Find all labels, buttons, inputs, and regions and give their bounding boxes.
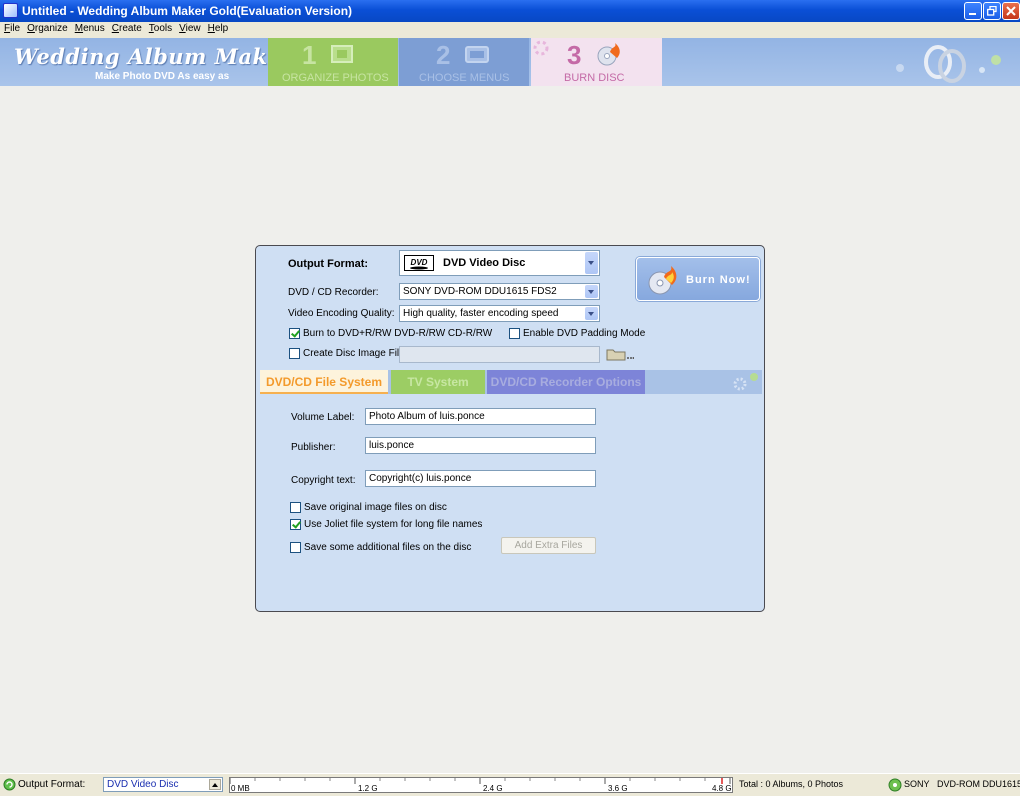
step-burn-disc[interactable]: 3 BURN DISC xyxy=(531,38,662,86)
chevron-down-icon xyxy=(585,285,598,298)
menu-bar: File Organize Menus Create Tools View Help xyxy=(0,22,1020,38)
output-format-select[interactable]: DVD DVD Video Disc xyxy=(399,250,600,276)
copyright-label: Copyright text: xyxy=(291,475,356,486)
copyright-field[interactable] xyxy=(365,470,596,487)
quality-label: Video Encoding Quality: xyxy=(288,308,395,319)
publisher-input[interactable] xyxy=(366,438,595,453)
minimize-button[interactable] xyxy=(964,2,982,20)
disc-image-label: Create Disc Image File: xyxy=(303,348,408,359)
recorder-label: DVD / CD Recorder: xyxy=(288,287,379,298)
chevron-down-icon xyxy=(585,307,598,320)
scale-label: 4.8 G xyxy=(712,784,732,793)
add-extra-files-button[interactable]: Add Extra Files xyxy=(501,537,596,554)
recorder-select[interactable]: SONY DVD-ROM DDU1615 FDS2 xyxy=(399,283,600,300)
folder-browse-icon[interactable] xyxy=(606,347,634,362)
scale-label: 0 MB xyxy=(231,784,250,793)
scale-label: 3.6 G xyxy=(608,784,628,793)
burn-to-checkbox[interactable] xyxy=(289,328,300,339)
disc-capacity-bar: 0 MB 1.2 G 2.4 G 3.6 G 4.8 G xyxy=(229,777,733,793)
save-original-label: Save original image files on disc xyxy=(304,502,447,513)
dvd-logo-icon: DVD xyxy=(404,255,434,271)
close-icon xyxy=(1006,6,1016,16)
output-status-icon xyxy=(3,778,16,791)
menu-help[interactable]: Help xyxy=(204,22,232,34)
volume-label-input[interactable] xyxy=(366,409,595,424)
disc-image-path-input[interactable] xyxy=(399,346,600,363)
flower-icon xyxy=(533,40,549,56)
save-original-checkbox[interactable] xyxy=(290,502,301,513)
drive-vendor: SONY xyxy=(904,779,930,789)
joliet-checkbox[interactable] xyxy=(290,519,301,530)
padding-mode-label: Enable DVD Padding Mode xyxy=(523,328,646,339)
status-output-select[interactable]: DVD Video Disc xyxy=(103,777,223,792)
menu-file[interactable]: File xyxy=(0,22,23,34)
flower-icon xyxy=(733,373,758,391)
burn-disc-icon xyxy=(648,266,677,295)
burn-now-button[interactable]: Burn Now! xyxy=(636,257,760,301)
burn-settings-panel: Output Format: DVD DVD Video Disc DVD / … xyxy=(255,245,765,612)
volume-label-label: Volume Label: xyxy=(291,412,355,423)
photos-icon xyxy=(331,45,353,63)
scale-label: 2.4 G xyxy=(483,784,503,793)
output-format-value: DVD Video Disc xyxy=(443,257,526,269)
volume-label-field[interactable] xyxy=(365,408,596,425)
step-organize-photos[interactable]: 1 ORGANIZE PHOTOS xyxy=(268,38,398,86)
publisher-field[interactable] xyxy=(365,437,596,454)
menu-tools[interactable]: Tools xyxy=(145,22,175,34)
maximize-button[interactable] xyxy=(983,2,1001,20)
title-bar: Untitled - Wedding Album Maker Gold(Eval… xyxy=(0,0,1020,22)
publisher-label: Publisher: xyxy=(291,442,336,453)
joliet-label: Use Joliet file system for long file nam… xyxy=(304,519,483,530)
tab-file-system[interactable]: DVD/CD File System xyxy=(260,370,388,394)
step-label: ORGANIZE PHOTOS xyxy=(282,72,389,84)
status-output-value: DVD Video Disc xyxy=(107,779,179,790)
wizard-banner: Wedding Album Maker Gold Make Photo DVD … xyxy=(0,38,1020,86)
burn-disc-icon xyxy=(597,43,620,66)
minimize-icon xyxy=(969,13,976,15)
window-title: Untitled - Wedding Album Maker Gold(Eval… xyxy=(22,4,353,18)
recorder-value: SONY DVD-ROM DDU1615 FDS2 xyxy=(403,286,557,297)
chevron-down-icon xyxy=(585,252,598,274)
scale-label: 1.2 G xyxy=(358,784,378,793)
burn-now-label: Burn Now! xyxy=(686,274,751,286)
settings-tabs: DVD/CD File System TV System DVD/CD Reco… xyxy=(260,370,762,394)
additional-files-checkbox[interactable] xyxy=(290,542,301,553)
step-label: BURN DISC xyxy=(564,72,625,84)
quality-select[interactable]: High quality, faster encoding speed xyxy=(399,305,600,322)
additional-files-label: Save some additional files on the disc xyxy=(304,542,472,553)
capacity-scale-ticks xyxy=(230,778,731,784)
output-format-label: Output Format: xyxy=(288,258,369,270)
menu-create[interactable]: Create xyxy=(108,22,145,34)
step-number: 1 xyxy=(302,40,317,70)
status-output-label: Output Format: xyxy=(18,779,86,790)
disc-image-checkbox[interactable] xyxy=(289,348,300,359)
padding-mode-checkbox[interactable] xyxy=(509,328,520,339)
step-label: CHOOSE MENUS xyxy=(419,72,510,84)
copyright-input[interactable] xyxy=(366,471,595,486)
status-total: Total : 0 Albums, 0 Photos xyxy=(739,779,844,789)
restore-icon xyxy=(987,6,997,16)
burn-to-label: Burn to DVD+R/RW DVD-R/RW CD-R/RW xyxy=(303,328,493,339)
menu-organize[interactable]: Organize xyxy=(23,22,71,34)
app-tagline: Make Photo DVD As easy as xyxy=(95,71,230,82)
svg-text:DVD: DVD xyxy=(411,258,428,267)
menu-view[interactable]: View xyxy=(175,22,204,34)
close-button[interactable] xyxy=(1002,2,1020,20)
quality-value: High quality, faster encoding speed xyxy=(403,308,559,319)
step-number: 2 xyxy=(436,40,451,70)
app-icon xyxy=(3,3,18,18)
menu-menus[interactable]: Menus xyxy=(71,22,108,34)
chevron-up-icon xyxy=(209,779,221,790)
step-number: 3 xyxy=(567,40,582,70)
tab-tv-system[interactable]: TV System xyxy=(391,370,485,394)
drive-icon xyxy=(888,778,902,792)
drive-model: DVD-ROM DDU1615 xyxy=(937,779,1020,789)
wedding-rings-icon xyxy=(896,45,1001,83)
tab-recorder-options[interactable]: DVD/CD Recorder Options xyxy=(487,370,645,394)
menus-icon xyxy=(465,46,489,63)
status-bar: Output Format: DVD Video Disc 0 MB 1.2 G… xyxy=(0,773,1020,796)
step-choose-menus[interactable]: 2 CHOOSE MENUS xyxy=(399,38,529,86)
